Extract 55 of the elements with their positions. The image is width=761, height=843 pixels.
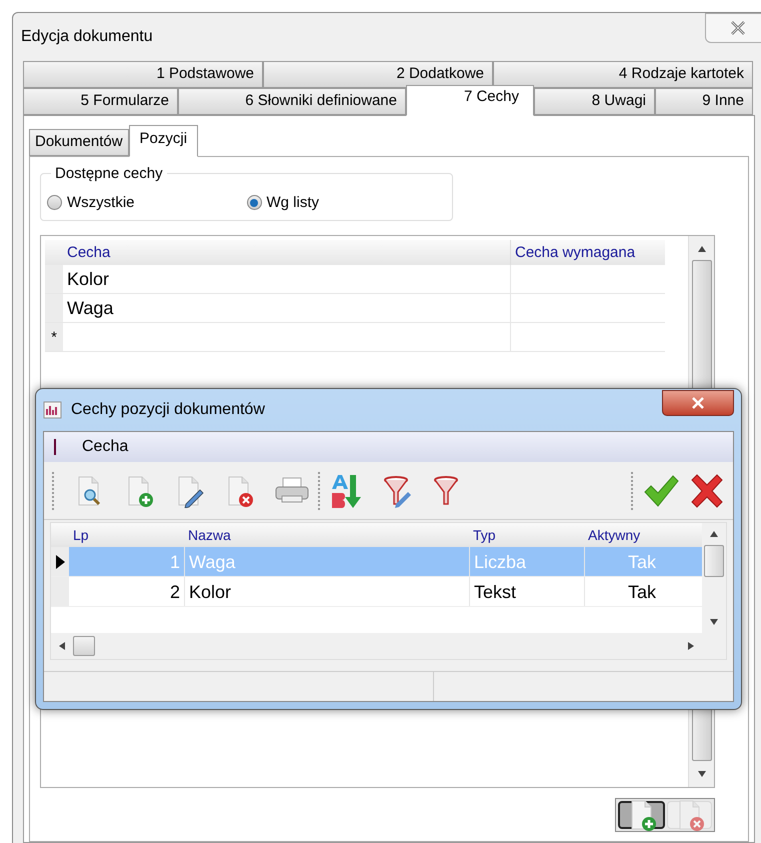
scroll-up-icon[interactable] [698,246,706,252]
table-cell: Waga [184,547,469,576]
table-row[interactable]: 2 Kolor Tekst Tak [51,577,702,607]
table-cell-text: 2 [168,581,181,604]
check-icon[interactable] [643,474,679,508]
tab[interactable]: 4 Rodzaje kartotek [493,61,753,88]
table-cell: Liczba [469,547,584,576]
add-button[interactable] [618,801,665,829]
scroll-left-icon[interactable] [59,642,65,650]
filter-edit-icon[interactable] [382,474,412,508]
current-row-icon [56,554,64,568]
close-icon [730,21,746,35]
scroll-up-icon[interactable] [710,531,718,537]
table-cell: Kolor [184,577,469,606]
tab[interactable]: 9 Inne [655,88,753,115]
close-button[interactable] [662,390,734,416]
table-cell: Tak [584,547,699,576]
radio-option[interactable]: Wg listy [246,192,446,214]
close-button[interactable] [705,13,761,43]
tab[interactable]: 8 Uwagi [534,88,655,115]
table-cell: Tak [584,577,699,606]
table-cell-text: 1 [168,551,181,574]
menu-item[interactable]: Cecha [82,435,128,459]
window-title: Edycja dokumentu [21,27,153,47]
close-icon [691,397,705,409]
scroll-down-icon[interactable] [710,619,718,625]
scrollbar-thumb[interactable] [73,636,95,656]
new-row-marker: * [45,323,63,351]
radio-button[interactable] [47,195,62,210]
scroll-down-icon[interactable] [698,771,706,777]
tab[interactable]: 7 Cechy [406,85,534,116]
tab[interactable]: 6 Słowniki definiowane [178,88,406,115]
dialog-title: Cechy pozycji dokumentów [71,400,265,420]
column-header[interactable]: Aktywny [584,523,699,547]
chart-icon [43,400,63,420]
table-cell: Tekst [469,577,584,606]
table-cell-text: Waga [66,297,114,320]
column-header[interactable]: Nazwa [184,523,469,547]
subtab[interactable]: Pozycji [128,125,198,157]
subtab[interactable]: Dokumentów [29,129,129,156]
scroll-right-icon[interactable] [688,642,694,650]
table-cell-text: Kolor [66,268,110,291]
printer-icon[interactable] [274,476,310,506]
tab[interactable]: 5 Formularze [23,88,178,115]
tab[interactable]: 2 Dodatkowe [263,61,493,88]
column-header[interactable]: Lp [69,523,184,547]
sort-icon[interactable] [330,472,362,508]
cancel-icon[interactable] [689,474,725,508]
radio-option[interactable]: Wszystkie [47,192,246,214]
column-header[interactable]: Typ [469,523,584,547]
scrollbar-thumb[interactable] [704,545,724,577]
column-header[interactable]: Cecha wymagana [510,240,665,265]
column-header[interactable]: Cecha [63,240,510,265]
radio-button[interactable] [246,195,262,210]
tab[interactable]: 1 Podstawowe [23,61,263,88]
